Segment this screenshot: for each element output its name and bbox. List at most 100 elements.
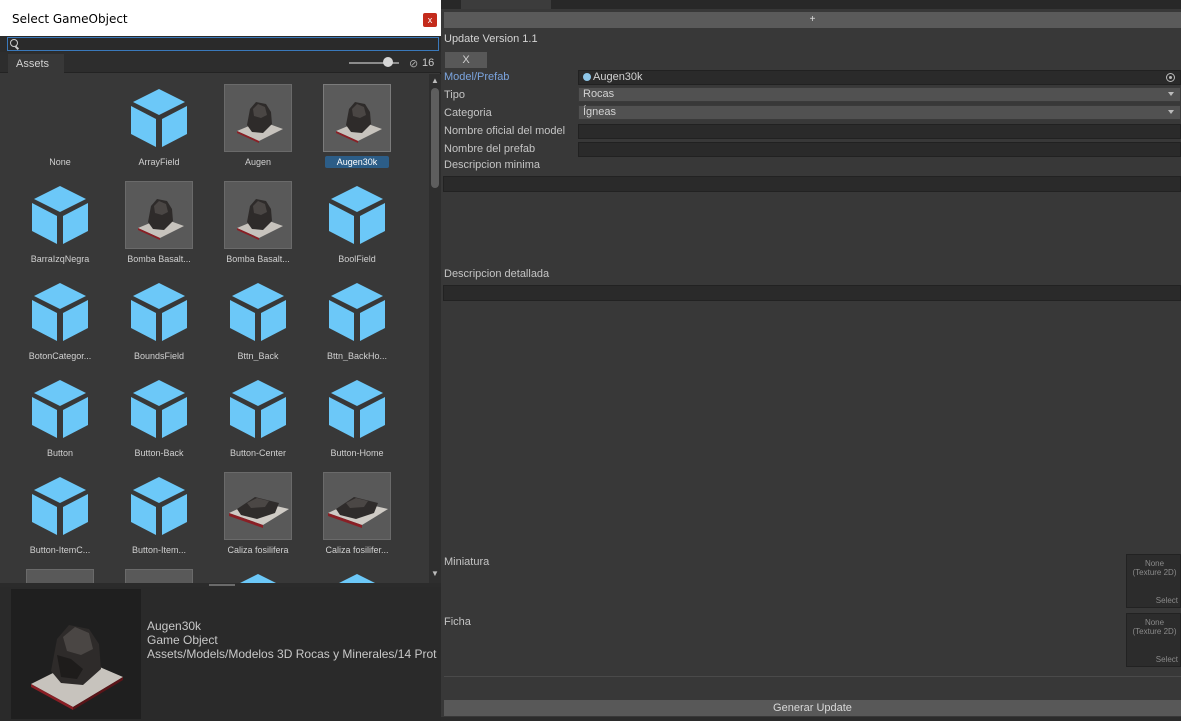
- scroll-up-arrow-icon[interactable]: ▲: [431, 76, 439, 85]
- asset-item[interactable]: Button-Center: [212, 367, 304, 465]
- update-editor-panel: + Update Version 1.1 X Model/Prefab Auge…: [441, 0, 1181, 721]
- asset-item[interactable]: ArrayField: [113, 76, 205, 174]
- nombre-oficial-input[interactable]: [578, 124, 1181, 139]
- asset-item[interactable]: Bomba Basalt...: [212, 173, 304, 271]
- texture-none: None: [1144, 559, 1165, 568]
- miniatura-select-button[interactable]: Select: [1156, 596, 1178, 605]
- asset-item-label: Button-Item...: [131, 545, 187, 555]
- asset-item[interactable]: Bttn_BackHo...: [311, 270, 403, 368]
- ficha-select-button[interactable]: Select: [1156, 655, 1178, 664]
- categoria-dropdown[interactable]: Ígneas: [578, 105, 1181, 120]
- tipo-value: Rocas: [583, 88, 615, 100]
- prefab-cube-icon: [125, 278, 193, 346]
- asset-item[interactable]: Button-ItemC...: [14, 464, 106, 562]
- prefab-cube-icon: [323, 181, 391, 249]
- prefab-cube-icon: [125, 84, 193, 152]
- tipo-dropdown[interactable]: Rocas: [578, 87, 1181, 102]
- rock-model-icon: [323, 472, 391, 540]
- close-button[interactable]: x: [423, 13, 437, 27]
- asset-item-label: Augen30k: [325, 156, 389, 168]
- search-icon: [10, 39, 18, 47]
- descripcion-detallada-label: Descripcion detallada: [444, 268, 550, 280]
- asset-item[interactable]: Caliza fosilifer...: [311, 464, 403, 562]
- divider: [444, 676, 1181, 677]
- asset-item-label: BoundsField: [133, 351, 185, 361]
- nombre-prefab-label: Nombre del prefab: [444, 143, 536, 155]
- version-label: Update Version 1.1: [444, 33, 538, 45]
- asset-item[interactable]: None: [14, 76, 106, 174]
- prefab-cube-icon: [224, 375, 292, 443]
- miniatura-texture-field[interactable]: None (Texture 2D) Select: [1126, 554, 1181, 608]
- model-prefab-field[interactable]: Augen30k: [578, 70, 1181, 85]
- asset-item-label: ArrayField: [138, 157, 180, 167]
- asset-item[interactable]: BoolField: [311, 173, 403, 271]
- descripcion-detallada-textarea[interactable]: [443, 285, 1181, 301]
- prefab-icon: [583, 73, 591, 81]
- hidden-eye-icon[interactable]: ⊘: [409, 57, 418, 70]
- asset-item[interactable]: BotonCategor...: [14, 270, 106, 368]
- asset-item[interactable]: Button-Back: [113, 367, 205, 465]
- prefab-cube-icon: [323, 278, 391, 346]
- object-picker-icon[interactable]: [1166, 73, 1175, 82]
- asset-item[interactable]: BarraIzqNegra: [14, 173, 106, 271]
- asset-grid: None ArrayField Augen Augen30k BarraIzqNegra…: [0, 74, 429, 586]
- ficha-texture-field[interactable]: None (Texture 2D) Select: [1126, 613, 1181, 667]
- rock-model-icon: [224, 472, 292, 540]
- grid-scrollbar[interactable]: ▲ ▼: [429, 74, 441, 586]
- asset-item[interactable]: BoundsField: [113, 270, 205, 368]
- rock-model-icon: [224, 181, 292, 249]
- zoom-slider-thumb[interactable]: [383, 57, 393, 67]
- asset-item-label: BarraIzqNegra: [30, 254, 90, 264]
- nombre-prefab-input[interactable]: [578, 142, 1181, 157]
- prefab-cube-icon: [26, 181, 94, 249]
- model-prefab-value: Augen30k: [593, 71, 643, 83]
- rock-model-icon: [224, 84, 292, 152]
- asset-item[interactable]: Button: [14, 367, 106, 465]
- none-thumbnail: [26, 84, 94, 152]
- asset-item[interactable]: Augen: [212, 76, 304, 174]
- texture-type: (Texture 2D): [1132, 568, 1177, 577]
- rock-model-icon: [125, 181, 193, 249]
- generar-update-button[interactable]: Generar Update: [444, 700, 1181, 716]
- asset-item[interactable]: Button-Home: [311, 367, 403, 465]
- hidden-count: 16: [422, 57, 435, 69]
- prefab-cube-icon: [125, 472, 193, 540]
- prefab-cube-icon: [125, 375, 193, 443]
- asset-item-label: Button-Back: [134, 448, 184, 458]
- preview-thumbnail: [11, 589, 141, 719]
- prefab-cube-icon: [224, 278, 292, 346]
- asset-item-label: Bomba Basalt...: [226, 254, 290, 264]
- asset-item[interactable]: Caliza fosilifera: [212, 464, 304, 562]
- prefab-cube-icon: [26, 375, 94, 443]
- asset-item-label: Button-ItemC...: [29, 545, 91, 555]
- rock-model-icon: [323, 84, 391, 152]
- editor-tab[interactable]: [461, 0, 551, 9]
- categoria-label: Categoria: [444, 107, 492, 119]
- asset-item[interactable]: Augen30k: [311, 76, 403, 174]
- model-prefab-label: Model/Prefab: [444, 71, 510, 83]
- splitter-grip-icon[interactable]: [209, 584, 235, 586]
- descripcion-minima-label: Descripcion minima: [444, 159, 540, 171]
- prefab-cube-icon: [323, 375, 391, 443]
- search-row: [0, 36, 441, 52]
- scroll-thumb[interactable]: [431, 88, 439, 188]
- asset-item-label: None: [49, 157, 71, 167]
- asset-item[interactable]: Bomba Basalt...: [113, 173, 205, 271]
- categoria-value: Ígneas: [583, 106, 617, 118]
- add-button[interactable]: +: [444, 12, 1181, 28]
- rock-model-icon: [31, 625, 123, 710]
- asset-item-label: Bomba Basalt...: [127, 254, 191, 264]
- asset-item-label: Button: [46, 448, 74, 458]
- scroll-down-arrow-icon[interactable]: ▼: [431, 569, 439, 578]
- tipo-label: Tipo: [444, 89, 465, 101]
- preview-type: Game Object: [147, 633, 218, 647]
- top-tab-strip: [441, 0, 1181, 9]
- asset-item-label: Augen: [244, 157, 272, 167]
- search-input[interactable]: [7, 37, 439, 51]
- tab-assets[interactable]: Assets: [8, 54, 64, 73]
- descripcion-minima-textarea[interactable]: [443, 176, 1181, 192]
- remove-button[interactable]: X: [445, 52, 487, 68]
- asset-item[interactable]: Bttn_Back: [212, 270, 304, 368]
- asset-item[interactable]: Button-Item...: [113, 464, 205, 562]
- asset-item-label: Caliza fosilifera: [227, 545, 289, 555]
